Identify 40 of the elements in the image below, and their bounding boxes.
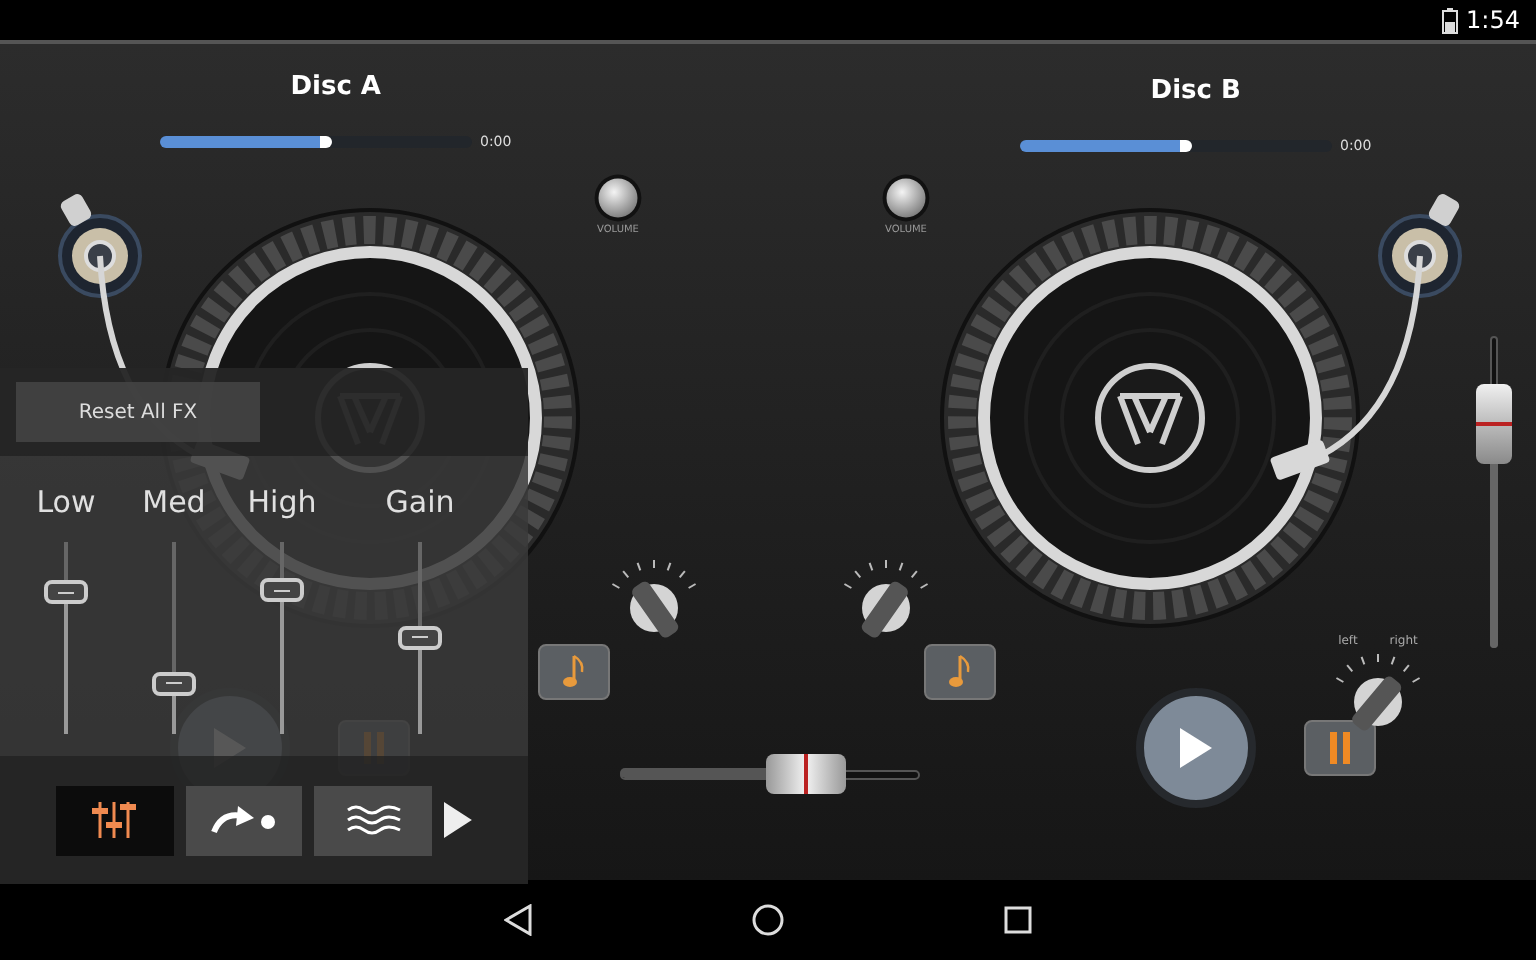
pitch-slider-thumb[interactable] xyxy=(1476,383,1512,464)
fx-tab[interactable] xyxy=(56,785,174,855)
eq-label: High xyxy=(247,482,317,524)
eq-slider[interactable] xyxy=(258,541,306,733)
pause-icon xyxy=(1330,732,1350,764)
deck-title: Disc A xyxy=(290,70,381,106)
back-icon[interactable] xyxy=(504,904,532,936)
eq-slider-thumb[interactable] xyxy=(44,580,88,605)
pitch-slider[interactable] xyxy=(1474,336,1514,648)
progress-track[interactable] xyxy=(160,135,472,148)
crossfader-thumb[interactable] xyxy=(766,754,846,794)
deck-title: Disc B xyxy=(1150,74,1241,110)
music-note-icon xyxy=(562,654,586,690)
wave-icon xyxy=(345,804,402,836)
recents-icon[interactable] xyxy=(1004,906,1032,934)
music-note-button[interactable] xyxy=(538,644,610,700)
fx-tab[interactable] xyxy=(314,785,433,855)
eq-slider-thumb[interactable] xyxy=(260,578,304,603)
fx-tab[interactable] xyxy=(185,785,303,855)
eq-slider-thumb[interactable] xyxy=(398,625,442,649)
home-icon[interactable] xyxy=(752,904,784,936)
next-arrow-icon[interactable] xyxy=(444,802,472,838)
eq-label: Low xyxy=(36,482,96,524)
music-note-icon xyxy=(948,654,972,690)
volume-knob[interactable] xyxy=(592,172,644,224)
play-icon xyxy=(1180,728,1212,768)
crossfader[interactable] xyxy=(620,752,920,796)
progress-track[interactable] xyxy=(1020,139,1332,152)
eq-slider[interactable] xyxy=(42,541,90,733)
eq-slider[interactable] xyxy=(396,541,444,733)
eq-label: Gain xyxy=(385,482,455,524)
equalizer-icon xyxy=(90,798,139,842)
reset-all-fx-button[interactable]: Reset All FX xyxy=(16,382,260,442)
eq-slider-thumb[interactable] xyxy=(152,671,196,696)
battery-icon xyxy=(1442,7,1459,33)
eq-label: Med xyxy=(142,482,206,524)
clock-time: 1:54 xyxy=(1466,4,1520,38)
eq-slider[interactable] xyxy=(150,541,198,733)
curved-arrow-icon xyxy=(210,804,279,836)
volume-knob[interactable] xyxy=(880,172,932,224)
